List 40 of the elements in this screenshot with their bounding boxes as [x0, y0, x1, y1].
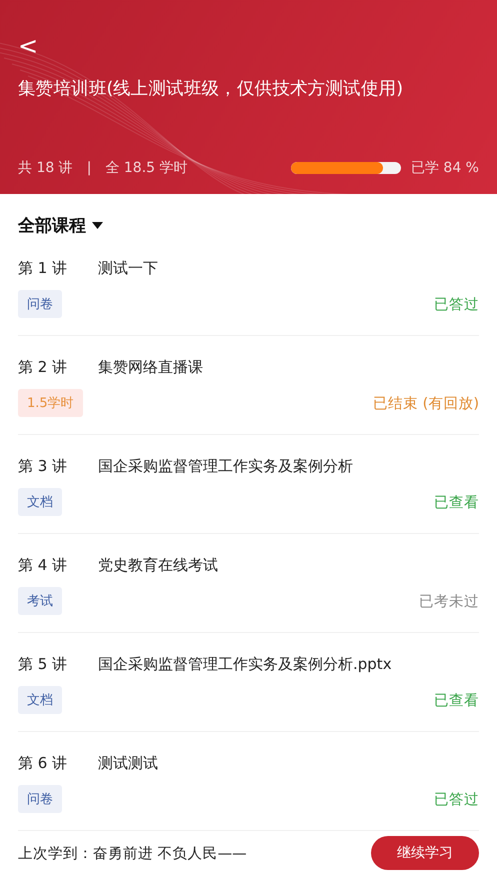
lesson-tag: 文档	[18, 488, 62, 516]
continue-button[interactable]: 继续学习	[371, 836, 479, 870]
lesson-status: 已查看	[434, 692, 479, 710]
course-filter[interactable]: 全部课程	[18, 214, 103, 238]
lesson-status: 已答过	[434, 790, 479, 809]
lesson-number: 第 5 讲	[18, 655, 68, 674]
lesson-status: 已考未过	[419, 592, 479, 611]
lesson-item[interactable]: 第 1 讲 测试一下 问卷 已答过	[18, 237, 479, 336]
lesson-tag: 问卷	[18, 785, 62, 814]
lesson-item[interactable]: 第 3 讲 国企采购监督管理工作实务及案例分析 文档 已查看	[18, 435, 479, 534]
lesson-item[interactable]: 第 5 讲 国企采购监督管理工作实务及案例分析.pptx 文档 已查看	[18, 633, 479, 732]
progress-label: 已学 84 %	[410, 159, 479, 178]
lesson-title: 集赞网络直播课	[98, 358, 203, 378]
lesson-tag: 问卷	[18, 290, 62, 318]
lecture-count: 共 18 讲	[18, 159, 73, 178]
lesson-number: 第 3 讲	[18, 457, 68, 476]
total-hours: 全 18.5 学时	[105, 159, 188, 178]
lesson-tag: 文档	[18, 686, 62, 714]
lesson-status: 已答过	[434, 296, 479, 314]
back-button[interactable]: <	[18, 32, 42, 60]
lesson-item[interactable]: 第 6 讲 测试测试 问卷 已答过	[18, 732, 479, 832]
lesson-title: 测试测试	[98, 754, 158, 774]
lesson-status: 已查看	[434, 494, 479, 512]
lesson-tag: 1.5学时	[18, 389, 83, 418]
lesson-title: 国企采购监督管理工作实务及案例分析	[98, 457, 353, 476]
caret-icon	[92, 222, 103, 230]
lesson-title: 测试一下	[98, 259, 158, 278]
lesson-item[interactable]: 第 2 讲 集赞网络直播课 1.5学时 已结束 (有回放)	[18, 336, 479, 436]
separator: |	[86, 160, 92, 176]
lesson-number: 第 6 讲	[18, 754, 68, 774]
lesson-title: 党史教育在线考试	[98, 556, 218, 576]
lesson-number: 第 2 讲	[18, 358, 68, 378]
lesson-item[interactable]: 第 4 讲 党史教育在线考试 考试 已考未过	[18, 534, 479, 634]
course-title: 集赞培训班(线上测试班级，仅供技术方测试使用)	[18, 78, 404, 100]
last-studied-text: 上次学到：奋勇前进 不负人民——	[18, 844, 247, 863]
lesson-title: 国企采购监督管理工作实务及案例分析.pptx	[98, 655, 392, 674]
lesson-status: 已结束 (有回放)	[373, 394, 479, 413]
lesson-number: 第 4 讲	[18, 556, 68, 576]
lesson-number: 第 1 讲	[18, 259, 68, 278]
lesson-tag: 考试	[18, 587, 62, 616]
